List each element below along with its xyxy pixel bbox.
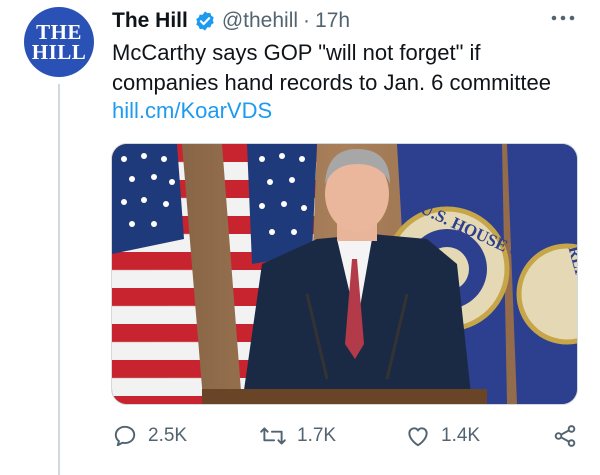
- more-options-icon[interactable]: [548, 8, 578, 28]
- tweet-text: McCarthy says GOP "will not forget" if c…: [112, 40, 552, 95]
- reply-button[interactable]: 2.5K: [112, 420, 187, 452]
- timestamp[interactable]: 17h: [315, 9, 350, 33]
- handle[interactable]: @thehill: [222, 9, 298, 33]
- heart-icon: [408, 427, 428, 447]
- reply-icon: [114, 425, 136, 447]
- reply-count: 2.5K: [148, 425, 188, 446]
- retweet-icon: [260, 427, 286, 445]
- retweet-button[interactable]: 1.7K: [259, 420, 336, 452]
- share-button[interactable]: [552, 420, 578, 452]
- tweet-photo[interactable]: U.S. HOUSE OF REPRESEN REPRESEN: [111, 143, 578, 405]
- like-count: 1.4K: [441, 425, 481, 446]
- action-bar: 2.5K 1.7K 1.4K: [112, 420, 580, 452]
- tweet-header: The Hill @thehill · 17h: [112, 6, 350, 36]
- verified-badge-icon: [194, 10, 216, 32]
- retweet-count: 1.7K: [297, 425, 337, 446]
- thread-line: [58, 84, 60, 475]
- tweet-link[interactable]: hill.cm/KoarVDS: [112, 96, 272, 126]
- avatar-text-line2: HILL: [31, 40, 87, 64]
- separator-dot: ·: [303, 9, 311, 32]
- like-button[interactable]: 1.4K: [405, 420, 480, 452]
- house-flag-2: REPRESEN: [507, 144, 577, 404]
- share-icon: [554, 425, 576, 447]
- avatar-text-line1: THE: [36, 20, 82, 44]
- avatar[interactable]: THE HILL: [24, 7, 94, 77]
- display-name[interactable]: The Hill: [112, 9, 188, 33]
